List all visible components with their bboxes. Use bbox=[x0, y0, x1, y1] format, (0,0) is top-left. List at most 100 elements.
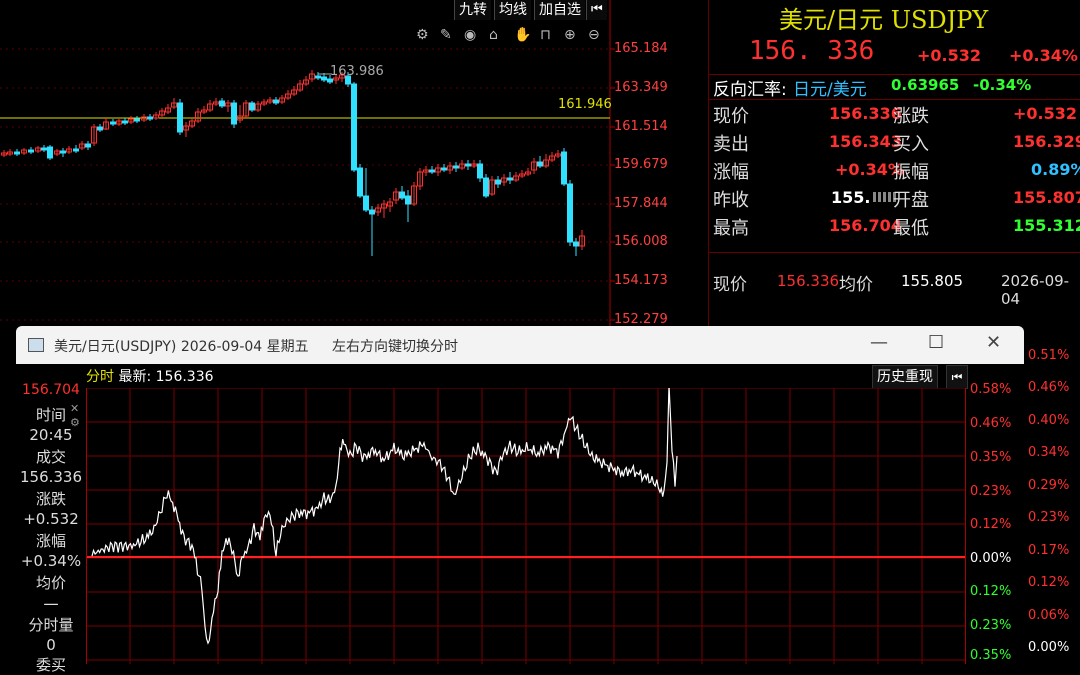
skip-back-icon[interactable]: ⏮ bbox=[946, 365, 968, 389]
reverse-rate-row: 反向汇率: 日元/美元 0.63965 -0.34% bbox=[709, 74, 1080, 100]
pct-label: 0.35% bbox=[970, 450, 1012, 465]
skip-back-icon[interactable]: ⏮ bbox=[586, 0, 607, 20]
quote-bottom-row: 现价 156.336 均价 155.805 2026-09-04 bbox=[709, 268, 1080, 308]
maximize-icon[interactable]: ☐ bbox=[928, 332, 944, 353]
latest-value: 156.336 bbox=[155, 369, 214, 385]
lock-icon[interactable]: ⊓ bbox=[540, 27, 551, 43]
quote-label: 卖出 bbox=[713, 134, 749, 155]
candle-body bbox=[561, 151, 567, 185]
reverse-rate-value: 0.63965 bbox=[891, 76, 960, 94]
side-label: 委买 bbox=[35, 656, 66, 674]
candle-body bbox=[363, 195, 369, 211]
basket-icon[interactable]: ⌂ bbox=[489, 27, 498, 43]
pen-icon[interactable]: ✎ bbox=[440, 27, 452, 43]
candle-body bbox=[321, 76, 327, 81]
quote-value: 155.807 bbox=[1013, 188, 1080, 207]
quote-label: 最低 bbox=[893, 218, 929, 239]
candle-body bbox=[14, 151, 20, 155]
hline-label: 161.946 bbox=[558, 97, 612, 112]
pct-label: 0.06% bbox=[1028, 608, 1070, 623]
pct-label: 0.23% bbox=[970, 484, 1012, 499]
candle-body bbox=[47, 146, 53, 159]
add-watchlist-button[interactable]: 加自选 bbox=[534, 0, 585, 20]
header-label: 最新: bbox=[118, 369, 152, 385]
kline-chart[interactable]: 九转 均线 加自选 ⏮ ⚙ ✎ ◉ ⌂ ✋ ⊓ ⊕ ⊖ 165.184 163.… bbox=[0, 0, 680, 327]
axis-label: 156.008 bbox=[614, 234, 668, 249]
quote-label: 涨跌 bbox=[893, 106, 929, 127]
side-value: +0.532 bbox=[23, 510, 79, 528]
window-titlebar[interactable]: 美元/日元(USDJPY) 2026-09-04 星期五 左右方向键切换分时 —… bbox=[16, 326, 1024, 364]
gear-icon[interactable]: ⚙ bbox=[416, 27, 429, 43]
axis-label: 157.844 bbox=[614, 196, 668, 211]
candle-body bbox=[495, 179, 501, 185]
candle-body bbox=[28, 149, 34, 153]
quote-value: 155.312 bbox=[1013, 216, 1080, 235]
pct-label: 0.46% bbox=[970, 416, 1012, 431]
quote-date: 2026-09-04 bbox=[1001, 272, 1070, 308]
pct-label: 0.17% bbox=[1028, 543, 1070, 558]
quote-label: 最高 bbox=[713, 218, 749, 239]
quote-value: 155.805 bbox=[901, 272, 964, 290]
pct-label: 0.51% bbox=[1028, 348, 1070, 363]
quote-value: 0.89% bbox=[1031, 160, 1080, 179]
quote-value: 155. bbox=[831, 188, 871, 207]
pct-label: 0.00% bbox=[970, 551, 1012, 566]
axis-label: 154.173 bbox=[614, 273, 668, 288]
header-label: 分时 bbox=[86, 369, 114, 385]
window-title: 美元/日元(USDJPY) 2026-09-04 星期五 bbox=[54, 339, 309, 355]
side-value: 20:45 bbox=[29, 426, 73, 444]
candle-body bbox=[273, 99, 279, 104]
side-label: 时间 bbox=[35, 406, 66, 424]
kline-svg bbox=[0, 0, 615, 326]
pct-label: 0.00% bbox=[1028, 640, 1070, 655]
candle-body bbox=[147, 116, 153, 120]
high-price-label: 163.986 bbox=[330, 64, 384, 79]
pct-label: 0.29% bbox=[1028, 478, 1070, 493]
minimize-icon[interactable]: — bbox=[870, 332, 888, 353]
side-label: 涨幅 bbox=[35, 532, 66, 550]
side-label: 均价 bbox=[35, 574, 66, 592]
history-replay-button[interactable]: 历史重现 bbox=[872, 365, 938, 389]
candle-body bbox=[453, 165, 459, 169]
candle-body bbox=[41, 147, 47, 151]
candle-body bbox=[507, 177, 513, 181]
pct-label: 0.23% bbox=[970, 618, 1012, 633]
close-icon[interactable]: ✕ bbox=[986, 332, 1001, 353]
candle-body bbox=[567, 183, 573, 243]
candle-body bbox=[327, 78, 333, 83]
quote-value: 156.704 bbox=[829, 216, 902, 235]
quote-label: 均价 bbox=[839, 275, 873, 295]
axis-label: 161.514 bbox=[614, 119, 668, 134]
pct-label: 0.12% bbox=[970, 584, 1012, 599]
jiuzhuan-button[interactable]: 九转 bbox=[454, 0, 491, 20]
quote-value: 156.336 bbox=[777, 272, 840, 290]
intraday-header: 分时 最新: 156.336 bbox=[86, 366, 214, 386]
candle-body bbox=[134, 118, 140, 122]
pct-label: 0.23% bbox=[1028, 510, 1070, 525]
axis-label: 163.349 bbox=[614, 80, 668, 95]
candle-body bbox=[249, 102, 255, 111]
candle-body bbox=[399, 191, 405, 199]
quote-value: 156.329 bbox=[1013, 132, 1080, 151]
intraday-svg[interactable] bbox=[86, 388, 966, 664]
price-change-pct: +0.34% bbox=[1009, 46, 1078, 65]
candle-body bbox=[110, 121, 116, 125]
side-label: 分时量 bbox=[28, 616, 74, 634]
hand-icon[interactable]: ✋ bbox=[514, 27, 531, 43]
axis-label: 165.184 bbox=[614, 41, 668, 56]
current-price: 156. 336 bbox=[749, 36, 875, 66]
quote-label: 涨幅 bbox=[713, 162, 749, 183]
quote-value: +0.532 bbox=[1013, 104, 1078, 123]
zoom-in-icon[interactable]: ⊕ bbox=[564, 27, 576, 43]
pct-label: 0.12% bbox=[970, 517, 1012, 532]
ma-button[interactable]: 均线 bbox=[494, 0, 531, 20]
quote-value: 156.336 bbox=[829, 104, 902, 123]
side-value: +0.34% bbox=[20, 552, 82, 570]
price-change: +0.532 bbox=[917, 46, 982, 65]
zoom-out-icon[interactable]: ⊖ bbox=[588, 27, 600, 43]
eye-icon[interactable]: ◉ bbox=[464, 27, 476, 43]
reverse-pair-link[interactable]: 日元/美元 bbox=[793, 75, 867, 100]
quote-label: 买入 bbox=[893, 134, 929, 155]
candle-body bbox=[483, 177, 489, 197]
intraday-window[interactable]: 美元/日元(USDJPY) 2026-09-04 星期五 左右方向键切换分时 —… bbox=[16, 326, 1024, 674]
